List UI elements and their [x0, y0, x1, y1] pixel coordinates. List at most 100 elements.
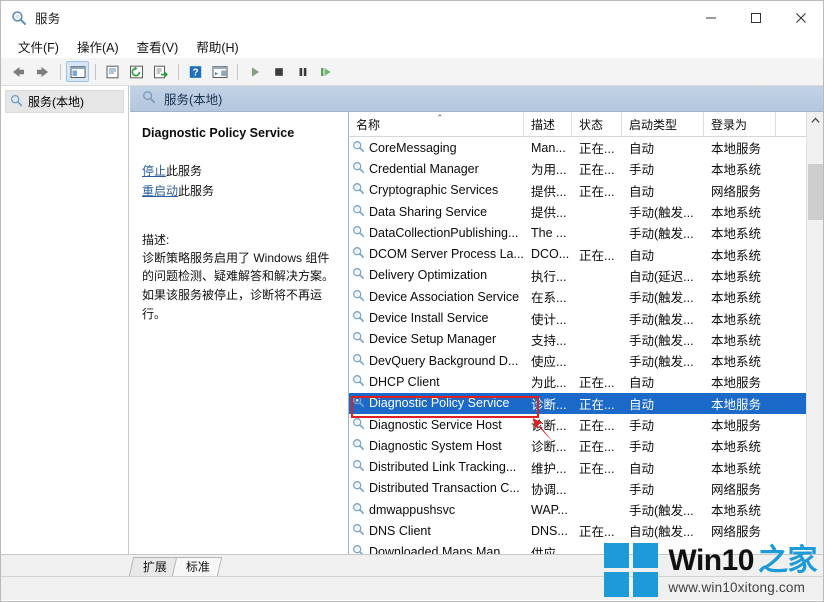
cell-name: DataCollectionPublishing...	[349, 225, 524, 241]
tab-extended-label: 扩展	[142, 560, 167, 574]
tab-standard[interactable]: 标准	[171, 557, 223, 576]
stop-service-link[interactable]: 停止此服务	[142, 163, 336, 180]
service-name-label: Diagnostic System Host	[369, 438, 502, 453]
tree-node-services-local[interactable]: 服务(本地)	[5, 90, 124, 113]
refresh-icon[interactable]	[125, 61, 148, 82]
cell-logon: 网络服务	[711, 482, 762, 497]
scroll-up-arrow-icon[interactable]	[807, 112, 823, 129]
service-gear-icon	[352, 331, 365, 347]
list-vertical-scrollbar[interactable]	[806, 112, 823, 554]
table-row[interactable]: dmwappushsvc WAP... 手动(触发... 本地系统	[349, 499, 823, 520]
cell-startup: 手动	[629, 163, 655, 178]
service-name-label: DevQuery Background D...	[369, 353, 519, 368]
cell-description: 提供...	[531, 206, 567, 221]
table-row[interactable]: DNS Client DNS... 正在... 自动(触发... 网络服务	[349, 520, 823, 541]
forward-arrow-icon[interactable]	[31, 61, 54, 82]
close-button[interactable]	[778, 1, 823, 34]
service-name-label: Data Sharing Service	[369, 204, 488, 219]
cell-logon: 本地系统	[711, 227, 762, 242]
table-row[interactable]: CoreMessaging Man... 正在... 自动 本地服务	[349, 137, 823, 158]
menu-file[interactable]: 文件(F)	[9, 35, 68, 58]
menu-help[interactable]: 帮助(H)	[187, 35, 247, 58]
minimize-button[interactable]	[688, 1, 733, 34]
column-header-logon[interactable]: 登录为	[704, 112, 776, 136]
cell-logon: 本地系统	[711, 312, 762, 327]
table-row[interactable]: Diagnostic Service Host 诊断... 正在... 手动 本地服务	[349, 414, 823, 435]
scrollbar-thumb[interactable]	[808, 164, 823, 220]
cell-description: 诊断...	[531, 419, 567, 433]
detail-service-title: Diagnostic Policy Service	[142, 126, 295, 140]
cell-status: 正在...	[579, 184, 615, 199]
table-row[interactable]: DCOM Server Process La... DCO... 正在... 自动 本地…	[349, 243, 823, 264]
table-row[interactable]: Device Setup Manager 支持... 手动(触发... 本地系统	[349, 329, 823, 350]
table-row[interactable]: Device Association Service 在系... 手动(触发... 本…	[349, 286, 823, 307]
cell-name: DNS Client	[349, 523, 524, 539]
restart-service-link[interactable]: 重启动此服务	[142, 183, 336, 200]
cell-name: DCOM Server Process La...	[349, 246, 524, 262]
table-row[interactable]: Credential Manager 为用... 正在... 手动 本地系统	[349, 158, 823, 179]
cell-description: 协调...	[531, 482, 567, 497]
service-name-label: Downloaded Maps Man...	[369, 545, 511, 554]
service-name-label: Distributed Link Tracking...	[369, 460, 517, 475]
table-row[interactable]: Diagnostic Policy Service 诊断... 正在... 自动 本地服…	[349, 392, 823, 414]
service-gear-icon	[352, 161, 365, 177]
services-gear-icon	[11, 10, 27, 26]
cell-startup: 手动(触发...	[629, 206, 694, 221]
menu-view[interactable]: 查看(V)	[128, 35, 188, 58]
maximize-button[interactable]	[733, 1, 778, 34]
watermark-brand: Win10 之家	[668, 543, 818, 577]
cell-logon: 本地服务	[711, 142, 762, 157]
cell-startup: 自动	[629, 397, 655, 412]
table-row[interactable]: DevQuery Background D... 使应... 手动(触发... 本地系…	[349, 350, 823, 371]
column-header-status[interactable]: 状态	[572, 112, 622, 136]
table-row[interactable]: Diagnostic System Host 诊断... 正在... 手动 本地系统	[349, 435, 823, 456]
watermark-brand-cn: 之家	[758, 543, 818, 577]
table-row[interactable]: Delivery Optimization 执行... 自动(延迟... 本地系统	[349, 265, 823, 286]
service-name-label: dmwappushsvc	[369, 502, 456, 517]
cell-logon: 本地服务	[711, 376, 762, 391]
services-gear-icon	[10, 94, 23, 110]
table-row[interactable]: Distributed Transaction C... 协调... 手动 网络服务	[349, 478, 823, 499]
cell-description: The ...	[531, 225, 567, 240]
cell-name: Device Install Service	[349, 310, 524, 326]
list-column-headers: 名称 ⌃ 描述 状态 启动类型 登录为	[349, 112, 823, 137]
table-row[interactable]: Cryptographic Services 提供... 正在... 自动 网络服务	[349, 180, 823, 201]
cell-description: 使计...	[531, 312, 567, 327]
cell-startup: 自动(触发...	[629, 525, 694, 540]
pause-service-icon[interactable]	[291, 61, 314, 82]
stop-service-link-text: 停止	[142, 164, 167, 178]
cell-name: Cryptographic Services	[349, 182, 524, 198]
properties-icon[interactable]	[101, 61, 124, 82]
cell-logon: 本地系统	[711, 504, 762, 519]
service-detail-pane: Diagnostic Policy Service 停止此服务 重启动此服务 描…	[130, 112, 349, 554]
cell-logon: 本地系统	[711, 248, 762, 263]
cell-name: CoreMessaging	[349, 140, 524, 156]
stop-service-icon[interactable]	[267, 61, 290, 82]
services-list-body[interactable]: CoreMessaging Man... 正在... 自动 本地服务 Credential…	[349, 137, 823, 554]
services-gear-icon	[142, 90, 156, 107]
tree-node-label: 服务(本地)	[28, 95, 84, 109]
column-header-name[interactable]: 名称 ⌃	[349, 112, 524, 136]
cell-description: 在系...	[531, 291, 567, 306]
column-header-description[interactable]: 描述	[524, 112, 572, 136]
start-service-icon[interactable]	[243, 61, 266, 82]
show-hide-pane-icon[interactable]	[208, 61, 231, 82]
menu-action[interactable]: 操作(A)	[68, 35, 128, 58]
cell-logon: 本地系统	[711, 269, 762, 284]
service-name-label: DHCP Client	[369, 374, 440, 389]
show-tree-icon[interactable]	[66, 61, 89, 82]
service-gear-icon	[352, 544, 365, 554]
table-row[interactable]: Data Sharing Service 提供... 手动(触发... 本地系统	[349, 201, 823, 222]
table-row[interactable]: Device Install Service 使计... 手动(触发... 本地系统	[349, 307, 823, 328]
table-row[interactable]: DHCP Client 为此... 正在... 自动 本地服务	[349, 371, 823, 392]
cell-description: 提供...	[531, 184, 567, 199]
back-arrow-icon[interactable]	[7, 61, 30, 82]
export-list-icon[interactable]	[149, 61, 172, 82]
help-icon[interactable]: ?	[184, 61, 207, 82]
title-bar: 服务	[1, 1, 823, 34]
restart-service-icon[interactable]	[315, 61, 338, 82]
column-header-startup[interactable]: 启动类型	[622, 112, 704, 136]
table-row[interactable]: DataCollectionPublishing... The ... 手动(触发.…	[349, 222, 823, 243]
cell-status: 正在...	[579, 525, 615, 540]
table-row[interactable]: Distributed Link Tracking... 维护... 正在... 自动…	[349, 456, 823, 477]
